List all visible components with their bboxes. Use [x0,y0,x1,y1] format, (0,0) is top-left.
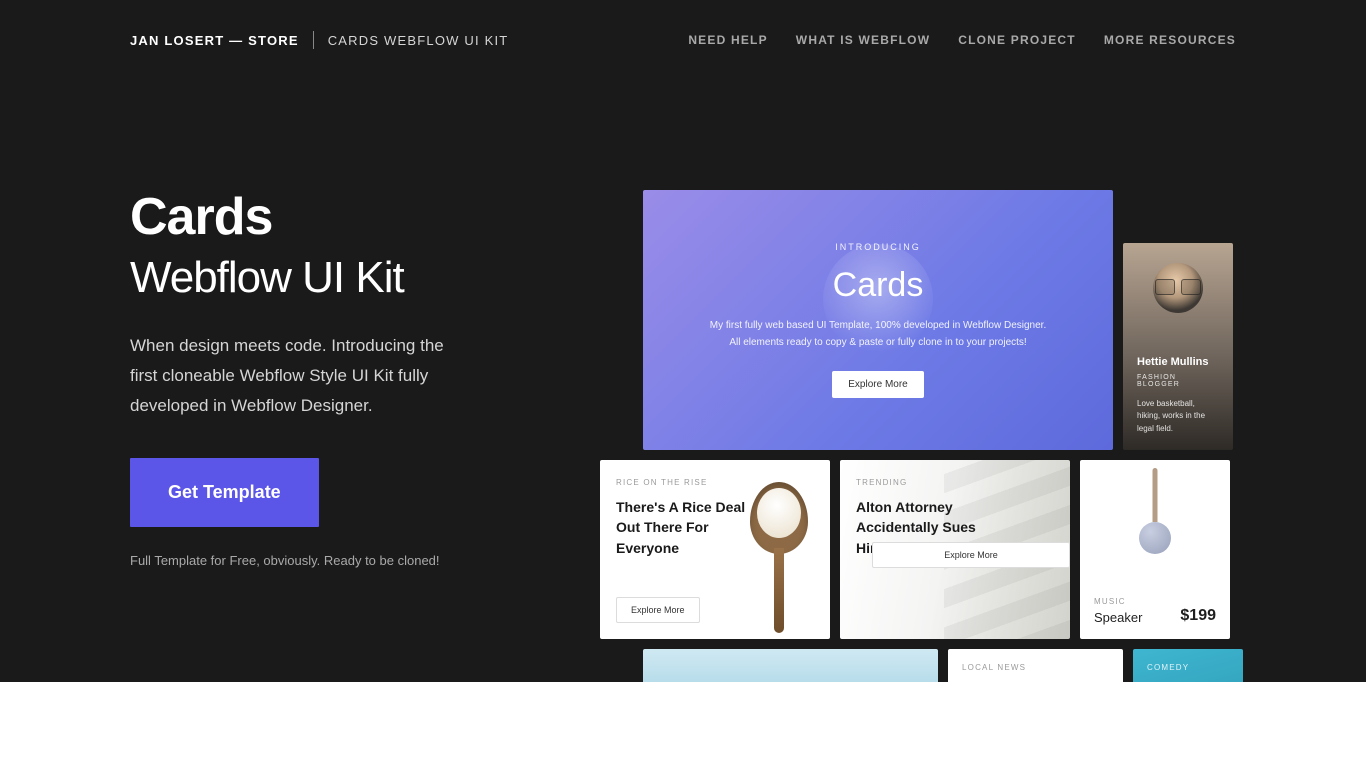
navbar: JAN LOSERT — STORE CARDS WEBFLOW UI KIT … [0,0,1366,80]
card-joey[interactable]: COMEDY Are you Joey from Friends? [1133,649,1243,682]
card-product[interactable]: MUSIC Speaker $199 [1080,460,1230,639]
spoon-icon [744,482,814,627]
nav-link-what-is-webflow[interactable]: WHAT IS WEBFLOW [796,33,930,47]
showcase: INTRODUCING Cards My first fully web bas… [600,190,1250,682]
nav-right: NEED HELP WHAT IS WEBFLOW CLONE PROJECT … [688,33,1236,47]
joey-eyebrow: COMEDY [1147,663,1229,672]
rice-headline: There's A Rice Deal Out There For Everyo… [616,497,746,558]
hero-text: Cards Webflow UI Kit When design meets c… [130,80,510,682]
news-eyebrow: LOCAL NEWS [962,663,1109,672]
hero-description: When design meets code. Introducing the … [130,331,460,420]
intro-copy-1: My first fully web based UI Template, 10… [710,317,1046,334]
nav-left: JAN LOSERT — STORE CARDS WEBFLOW UI KIT [130,31,508,49]
intro-copy-2: All elements ready to copy & paste or fu… [729,334,1026,351]
intro-title: Cards [833,266,924,305]
showcase-row-2: RICE ON THE RISE There's A Rice Deal Out… [600,460,1250,639]
hero-subtitle: Webflow UI Kit [130,253,510,304]
sunglasses-icon [1155,279,1201,293]
hero-section: JAN LOSERT — STORE CARDS WEBFLOW UI KIT … [0,0,1366,682]
get-template-button[interactable]: Get Template [130,458,319,527]
nav-link-need-help[interactable]: NEED HELP [688,33,767,47]
hero-title: Cards [130,190,510,245]
rice-explore-button[interactable]: Explore More [616,597,700,623]
card-sky[interactable] [643,649,938,682]
card-rice[interactable]: RICE ON THE RISE There's A Rice Deal Out… [600,460,830,639]
hero: Cards Webflow UI Kit When design meets c… [0,80,1366,682]
product-eyebrow: MUSIC [1094,597,1142,606]
speaker-icon [1139,522,1171,554]
intro-explore-button[interactable]: Explore More [832,371,923,398]
product-footer: MUSIC Speaker $199 [1094,597,1216,625]
profile-info: Hettie Mullins FASHION BLOGGER Love bask… [1137,356,1219,436]
card-attorney[interactable]: TRENDING Alton Attorney Accidentally Sue… [840,460,1070,639]
showcase-row-3: LOCAL NEWS Army Vehicle Disappears An Au… [643,649,1250,682]
attorney-explore-button[interactable]: Explore More [872,542,1070,568]
breadcrumb[interactable]: CARDS WEBFLOW UI KIT [314,33,509,48]
product-image [1094,478,1216,597]
store-link[interactable]: JAN LOSERT — STORE [130,33,313,48]
attorney-eyebrow: TRENDING [856,478,1054,487]
card-intro[interactable]: INTRODUCING Cards My first fully web bas… [643,190,1113,450]
profile-name: Hettie Mullins [1137,356,1219,368]
intro-tag: INTRODUCING [835,242,921,252]
nav-link-clone-project[interactable]: CLONE PROJECT [958,33,1076,47]
cta-note: Full Template for Free, obviously. Ready… [130,553,510,568]
card-news[interactable]: LOCAL NEWS Army Vehicle Disappears An Au… [948,649,1123,682]
card-profile[interactable]: Hettie Mullins FASHION BLOGGER Love bask… [1123,243,1233,450]
product-name: Speaker [1094,610,1142,625]
showcase-row-1: INTRODUCING Cards My first fully web bas… [600,190,1250,450]
profile-role: FASHION BLOGGER [1137,374,1219,388]
product-price: $199 [1180,607,1216,625]
profile-bio: Love basketball, hiking, works in the le… [1137,398,1219,436]
nav-link-more-resources[interactable]: MORE RESOURCES [1104,33,1236,47]
